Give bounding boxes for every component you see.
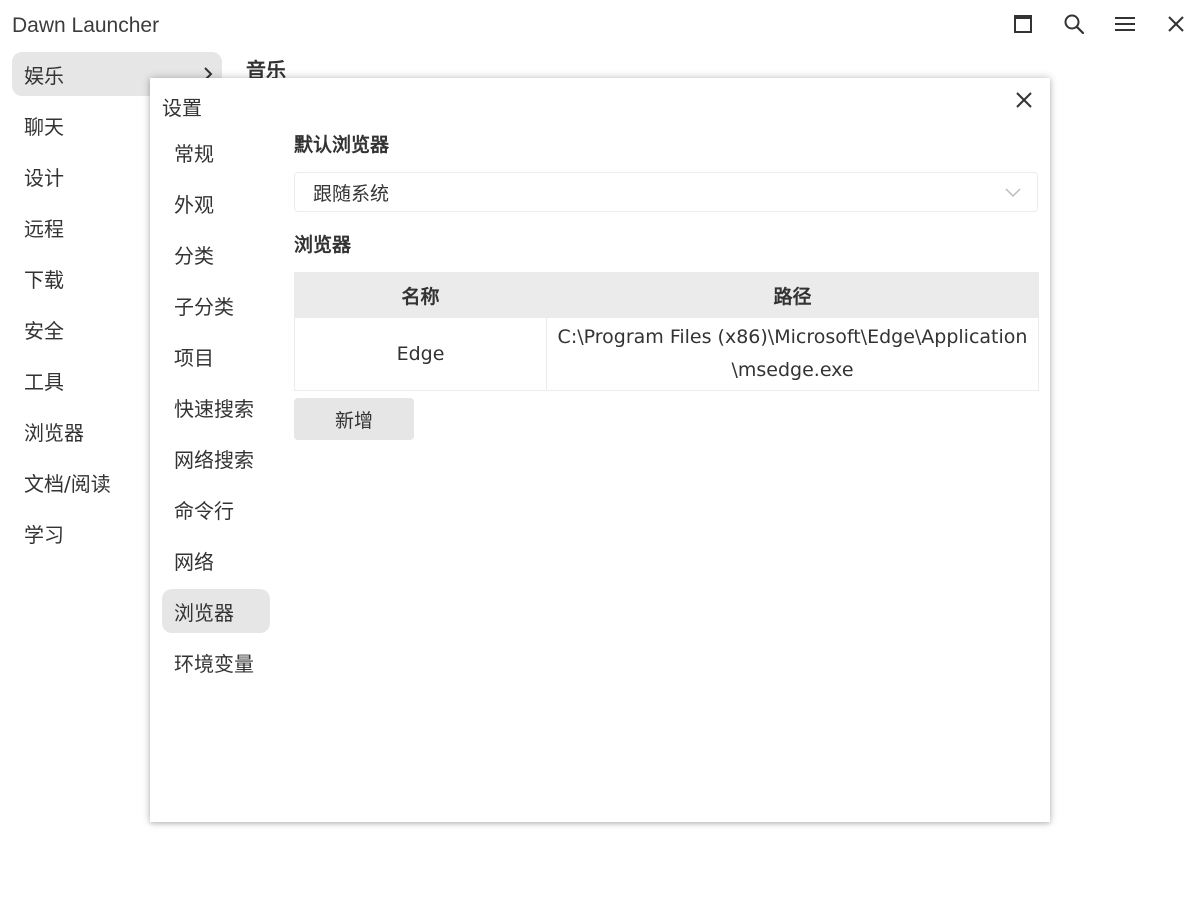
nav-item-category[interactable]: 分类 (162, 232, 270, 276)
nav-item-subcategory[interactable]: 子分类 (162, 283, 270, 327)
window-close-button[interactable] (1159, 10, 1193, 42)
nav-item-web-search[interactable]: 网络搜索 (162, 436, 270, 480)
nav-item-general[interactable]: 常规 (162, 130, 270, 174)
sidebar-item-label: 娱乐 (24, 63, 64, 88)
close-icon (1015, 91, 1033, 113)
default-browser-label: 默认浏览器 (294, 134, 390, 156)
browser-name-cell: Edge (294, 317, 547, 391)
nav-item-browser[interactable]: 浏览器 (162, 589, 270, 633)
browsers-label: 浏览器 (294, 234, 352, 256)
sidebar-item-label: 学习 (24, 522, 64, 547)
browsers-table: 名称 路径 Edge C:\Program Files (x86)\Micros… (294, 272, 1039, 391)
nav-item-appearance[interactable]: 外观 (162, 181, 270, 225)
sidebar-item-label: 浏览器 (24, 420, 84, 445)
browser-path-cell: C:\Program Files (x86)\Microsoft\Edge\Ap… (546, 317, 1039, 391)
nav-item-quick-search[interactable]: 快速搜索 (162, 385, 270, 429)
maximize-icon (1013, 14, 1033, 38)
settings-dialog: 设置 常规 外观 分类 子分类 项目 快速搜索 网络搜索 命令行 网络 浏览器 … (150, 78, 1050, 822)
nav-item-items[interactable]: 项目 (162, 334, 270, 378)
sidebar-item-label: 设计 (24, 165, 64, 190)
add-browser-button[interactable]: 新增 (294, 398, 414, 440)
settings-nav: 常规 外观 分类 子分类 项目 快速搜索 网络搜索 命令行 网络 浏览器 环境变… (162, 130, 270, 691)
column-header-name: 名称 (294, 272, 547, 318)
menu-button[interactable] (1108, 10, 1142, 42)
sidebar-item-label: 聊天 (24, 114, 64, 139)
default-browser-select[interactable]: 跟随系统 (294, 172, 1038, 212)
close-icon (1167, 15, 1185, 37)
sidebar-item-label: 安全 (24, 318, 64, 343)
column-header-path: 路径 (546, 272, 1039, 318)
dialog-close-button[interactable] (1012, 90, 1036, 114)
browser-settings-panel: 默认浏览器 跟随系统 浏览器 名称 路径 Edge C:\Program Fil… (294, 130, 1039, 440)
sidebar-item-label: 下载 (24, 267, 64, 292)
maximize-button[interactable] (1006, 10, 1040, 42)
table-header-row: 名称 路径 (294, 272, 1039, 318)
dialog-title: 设置 (162, 96, 202, 120)
sidebar-item-label: 远程 (24, 216, 64, 241)
menu-icon (1114, 15, 1136, 37)
search-button[interactable] (1057, 10, 1091, 42)
app-title: Dawn Launcher (12, 14, 160, 37)
chevron-down-icon (1005, 181, 1021, 203)
nav-item-command-line[interactable]: 命令行 (162, 487, 270, 531)
nav-item-network[interactable]: 网络 (162, 538, 270, 582)
sidebar-item-label: 文档/阅读 (24, 471, 111, 496)
sidebar-item-label: 工具 (24, 369, 64, 394)
search-icon (1063, 13, 1085, 39)
table-row[interactable]: Edge C:\Program Files (x86)\Microsoft\Ed… (294, 317, 1039, 391)
select-value: 跟随系统 (313, 182, 390, 205)
nav-item-environment-variables[interactable]: 环境变量 (162, 640, 270, 684)
